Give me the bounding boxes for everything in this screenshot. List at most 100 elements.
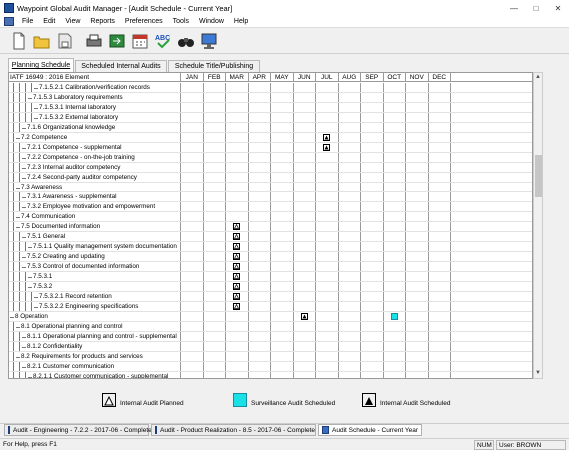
month-cell[interactable] [339,331,361,341]
scheduled-audit-icon[interactable] [300,312,308,320]
month-cell[interactable] [294,102,316,112]
month-cell[interactable] [316,311,339,321]
month-cell[interactable] [406,321,429,331]
month-cell[interactable] [406,371,429,378]
month-cell[interactable] [226,262,249,272]
planned-audit-icon[interactable] [233,253,241,261]
table-row[interactable]: 7.1.6 Organizational knowledge [9,122,532,133]
month-cell[interactable] [204,212,226,222]
month-cell[interactable] [226,192,249,202]
month-cell[interactable] [204,102,226,112]
month-cell[interactable] [429,252,451,262]
month-cell[interactable] [339,132,361,142]
month-cell[interactable] [316,371,339,378]
tab-scheduled-internal-audits[interactable]: Scheduled Internal Audits [75,60,167,72]
month-cell[interactable] [204,321,226,331]
minimize-button[interactable]: — [503,1,525,15]
month-cell[interactable] [226,371,249,378]
month-cell[interactable] [249,142,271,152]
table-row[interactable]: 8 Operation [9,311,532,322]
month-cell[interactable] [406,142,429,152]
month-cell[interactable] [204,92,226,102]
month-cell[interactable] [339,341,361,351]
month-cell[interactable] [271,172,294,182]
month-cell[interactable] [181,192,204,202]
month-cell[interactable] [429,142,451,152]
month-cell[interactable] [271,92,294,102]
month-cell[interactable] [271,122,294,132]
month-cell[interactable] [384,232,406,242]
month-cell[interactable] [294,202,316,212]
month-cell[interactable] [429,102,451,112]
month-cell[interactable] [406,351,429,361]
table-row[interactable]: 7.5.1.1 Quality management system docume… [9,242,532,253]
month-cell[interactable] [226,212,249,222]
month-cell[interactable] [339,232,361,242]
month-cell[interactable] [226,311,249,321]
month-cell[interactable] [249,331,271,341]
month-cell[interactable] [361,371,384,378]
month-cell[interactable] [361,301,384,311]
month-cell[interactable] [316,112,339,122]
month-cell[interactable] [406,242,429,252]
month-cell[interactable] [361,172,384,182]
month-cell[interactable] [294,182,316,192]
vertical-scrollbar[interactable]: ▲ ▼ [533,72,543,379]
month-cell[interactable] [429,212,451,222]
month-cell[interactable] [249,212,271,222]
month-cell[interactable] [271,282,294,292]
month-cell[interactable] [271,83,294,92]
month-cell[interactable] [316,162,339,172]
month-cell[interactable] [361,182,384,192]
menu-window[interactable]: Window [194,18,229,25]
month-cell[interactable] [204,222,226,232]
planned-audit-icon[interactable] [233,283,241,291]
month-cell[interactable] [429,292,451,301]
month-cell[interactable] [339,92,361,102]
month-cell[interactable] [226,122,249,132]
month-cell[interactable] [181,301,204,311]
month-cell[interactable] [361,311,384,321]
month-cell[interactable] [429,282,451,292]
month-cell[interactable] [361,252,384,262]
month-cell[interactable] [339,252,361,262]
month-cell[interactable] [249,202,271,212]
month-cell[interactable] [226,162,249,172]
month-cell[interactable] [406,282,429,292]
table-row[interactable]: 7.1.5.3.2 External laboratory [9,112,532,123]
table-row[interactable]: 7.3.1 Awareness - supplemental [9,192,532,203]
month-cell[interactable] [271,202,294,212]
month-cell[interactable] [361,152,384,162]
month-cell[interactable] [271,331,294,341]
month-cell[interactable] [294,341,316,351]
month-cell[interactable] [204,152,226,162]
month-cell[interactable] [226,83,249,92]
month-cell[interactable] [429,321,451,331]
month-cell[interactable] [181,222,204,232]
month-cell[interactable] [249,182,271,192]
month-cell[interactable] [361,102,384,112]
month-cell[interactable] [181,371,204,378]
table-row[interactable]: 7.5.3.2.1 Record retention [9,292,532,302]
month-cell[interactable] [226,272,249,282]
month-cell[interactable] [406,262,429,272]
month-cell[interactable] [384,92,406,102]
month-cell[interactable] [271,371,294,378]
month-cell[interactable] [181,272,204,282]
table-row[interactable]: 7.1.5.3 Laboratory requirements [9,92,532,103]
month-cell[interactable] [271,351,294,361]
month-cell[interactable] [226,252,249,262]
month-cell[interactable] [361,292,384,301]
month-cell[interactable] [429,341,451,351]
table-row[interactable]: 7.2 Competence [9,132,532,143]
month-cell[interactable] [249,162,271,172]
scroll-thumb[interactable] [535,155,542,197]
calendar-icon[interactable] [129,30,151,52]
binoculars-icon[interactable] [175,30,197,52]
doc-tab-engineering-audit[interactable]: Audit - Engineering - 7.2.2 - 2017-06 - … [4,424,152,436]
month-cell[interactable] [384,351,406,361]
month-cell[interactable] [204,351,226,361]
print-icon[interactable] [83,30,105,52]
month-cell[interactable] [339,282,361,292]
month-cell[interactable] [406,132,429,142]
